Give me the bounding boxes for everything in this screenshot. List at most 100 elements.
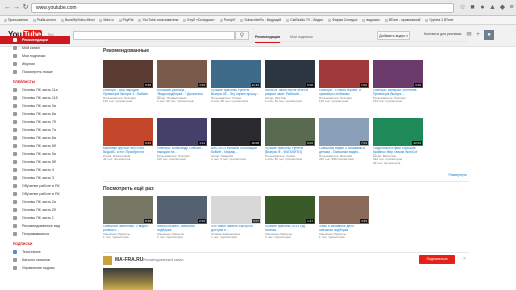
- sidebar-item-playlist[interactable]: Понравившиеся: [0, 230, 70, 238]
- video-card[interactable]: 9:48 Повтори - шоу пародий. Премьера! Вып…: [103, 60, 153, 104]
- video-card[interactable]: 11:33 Лучшие приколы Рунета! Выпуск #9 - …: [211, 60, 261, 104]
- video-thumbnail[interactable]: 7:01: [319, 118, 369, 146]
- video-title[interactable]: Смешные животные. 2 видео - ролики с...: [103, 225, 153, 233]
- video-card[interactable]: 7:01 Смешные видео с собаками и детьми - …: [319, 118, 369, 162]
- video-card[interactable]: 1:11 Повтори: Александр Олешко - пародия …: [157, 118, 207, 162]
- video-thumbnail[interactable]: 22:04: [373, 118, 423, 146]
- sidebar-item-channel[interactable]: Teachnicws: [0, 248, 70, 256]
- close-icon[interactable]: ×: [463, 256, 466, 262]
- expand-link[interactable]: Развернуть: [448, 173, 467, 177]
- video-thumbnail[interactable]: 1:11: [157, 118, 207, 146]
- video-title[interactable]: Злые и забавные дети, смешная подборка: [319, 225, 369, 233]
- sidebar-item-playlist[interactable]: Основы ПК часть 2б: [0, 206, 70, 214]
- bookmark-item[interactable]: YouTube-пользователи: [134, 16, 178, 24]
- video-thumbnail[interactable]: 4:46: [157, 60, 207, 88]
- bookmark-item[interactable]: Группа 2 ВТопе: [421, 16, 453, 24]
- sidebar-item-playlist[interactable]: Основы ПК часть 5б: [0, 158, 70, 166]
- video-card[interactable]: 3:20 Повтори: Валерий Леонтьев. Премьера!…: [373, 60, 423, 104]
- sidebar-item-playlist[interactable]: Основы ПК часть 6б: [0, 142, 70, 150]
- subscribe-button[interactable]: Подписаться: [419, 255, 455, 264]
- channel-logo[interactable]: [103, 256, 112, 265]
- video-thumbnail[interactable]: 9:22: [103, 118, 153, 146]
- video-card[interactable]: 9:02 Лучшие приколы Рунета! [Выпуск Ф - Ф…: [265, 118, 315, 162]
- back-icon[interactable]: ←: [3, 3, 12, 12]
- video-title[interactable]: Повтори - шоу пародий. Премьера! Выпуск …: [103, 89, 153, 97]
- bookmark-item[interactable]: Mail.ru: [95, 16, 113, 24]
- address-bar[interactable]: www.youtube.com: [31, 3, 454, 13]
- video-thumbnail[interactable]: 2:22: [157, 196, 207, 224]
- sidebar-item-playlist[interactable]: Основы ПК часть 8а: [0, 110, 70, 118]
- video-card[interactable]: 8:28 Смешные животные. 2 видео - ролики с…: [103, 196, 153, 240]
- sidebar-item-playlist[interactable]: Основы ПК часть 7б: [0, 118, 70, 126]
- bookmark-item[interactable]: CatStudio.TV - Видео: [282, 16, 323, 24]
- video-card[interactable]: 3:45 Злые и забавные дети, смешная подбор…: [319, 196, 369, 240]
- video-thumbnail[interactable]: 9:02: [265, 118, 315, 146]
- sidebar-item-playlist[interactable]: Основы ПК часть 11а: [0, 86, 70, 94]
- video-thumbnail[interactable]: 3:45: [319, 196, 369, 224]
- bookmark-item[interactable]: видкасы: [358, 16, 379, 24]
- sidebar-item[interactable]: Посмотреть позже: [0, 68, 70, 76]
- video-title[interactable]: Лучшие приколы Рунета! Выпуск #9 - Эту с…: [211, 89, 261, 97]
- video-thumbnail[interactable]: 9:48: [103, 60, 153, 88]
- video-thumbnail[interactable]: 8:28: [103, 196, 153, 224]
- star-icon[interactable]: ☆: [458, 3, 467, 12]
- share-icon[interactable]: +: [474, 31, 482, 39]
- video-title[interactable]: World of Tanks после этого в рацион свои…: [265, 89, 315, 97]
- bookmark-item[interactable]: Приложения: [0, 16, 28, 24]
- sidebar-footer-link[interactable]: Управление подпис: [0, 264, 70, 272]
- sidebar-item[interactable]: Мой канал: [0, 44, 70, 52]
- video-card[interactable]: 1:02 Повтори: "Стихия героев" и премьеры …: [319, 60, 369, 104]
- sidebar-item-playlist[interactable]: Основы ПК часть 5a: [0, 150, 70, 158]
- video-title[interactable]: Что такое память Быстрого доступа и ...: [211, 225, 261, 233]
- video-card[interactable]: 6:06 World of Tanks после этого в рацион …: [265, 60, 315, 104]
- video-card[interactable]: 9:22 Картинки футбол 960 и его ВидьМС и е…: [103, 118, 153, 162]
- video-title[interactable]: Лучшие приколы 2013 год - полная...: [265, 225, 315, 233]
- sidebar-item-playlist[interactable]: Обучение работе в ПК: [0, 182, 70, 190]
- video-card[interactable]: 5:07 Что такое память Быстрого доступа и …: [211, 196, 261, 240]
- sidebar-item[interactable]: Мои подписки: [0, 52, 70, 60]
- video-title[interactable]: Картинки футбол 960 и его ВидьМС и ест-П…: [103, 147, 153, 155]
- sidebar-item-playlist[interactable]: Основы ПК часть 1: [0, 214, 70, 222]
- extension-icon[interactable]: ▲: [488, 3, 497, 12]
- video-thumbnail[interactable]: 11:33: [211, 60, 261, 88]
- sidebar-item-playlist[interactable]: Рекомендованные вид: [0, 222, 70, 230]
- sidebar-item-playlist[interactable]: Основы ПК часть 4: [0, 166, 70, 174]
- video-title[interactable]: Повтори: "Стихия героев" и премьеры люби…: [319, 89, 369, 97]
- reload-icon[interactable]: ↻: [21, 3, 30, 12]
- sidebar-item-playlist[interactable]: Обучение работе в ПК: [0, 190, 70, 198]
- video-title[interactable]: Большие разница - "Видеоподборка..." Дис…: [157, 89, 207, 97]
- sidebar-footer-link[interactable]: Каталог каналов: [0, 256, 70, 264]
- video-title[interactable]: Смешные видео с собаками и детьми - Смеш…: [319, 147, 369, 155]
- video-title[interactable]: Повтори: Валерий Леонтьев. Премьера! Вып…: [373, 89, 423, 97]
- sidebar-item-playlist[interactable]: Основы ПК часть 2а: [0, 198, 70, 206]
- video-title[interactable]: ВВЧ 2013 Куликов Голосящий КиВиН - Мараф…: [211, 147, 261, 155]
- extension-icon[interactable]: ●: [478, 3, 487, 12]
- video-title[interactable]: Фейлы пьяньх, смешная подборка: [157, 225, 207, 233]
- video-thumbnail[interactable]: 3:20: [373, 60, 423, 88]
- sidebar-item-playlist[interactable]: Основы ПК часть 7a: [0, 126, 70, 134]
- video-card[interactable]: 16:08 ВВЧ 2013 Куликов Голосящий КиВиН - …: [211, 118, 261, 162]
- forward-icon[interactable]: →: [12, 3, 21, 12]
- video-card[interactable]: 2:22 Фейлы пьяньх, смешная подборка Смешны…: [157, 196, 207, 240]
- sidebar-item-playlist[interactable]: Основы ПК часть 3: [0, 174, 70, 182]
- bookmark-item[interactable]: Клуб «Складчик»: [179, 16, 214, 24]
- video-card[interactable]: 1:47 Лучшие приколы 2013 год - полная... С…: [265, 196, 315, 240]
- video-thumbnail[interactable]: 1:02: [319, 60, 369, 88]
- sidebar-item[interactable]: Рекомендации: [0, 36, 70, 44]
- channel-video-thumbnail[interactable]: [103, 268, 153, 290]
- video-thumbnail[interactable]: 16:08: [211, 118, 261, 146]
- sidebar-item-playlist[interactable]: Основы ПК часть 6a: [0, 134, 70, 142]
- bookmark-item[interactable]: ВТопе - правильный: [381, 16, 421, 24]
- bookmark-item[interactable]: SubscribeRu - Ведущий: [236, 16, 281, 24]
- bookmark-item[interactable]: Рыба-молот: [29, 16, 56, 24]
- video-title[interactable]: Повтори: Александр Олешко - пародия на .…: [157, 147, 207, 155]
- extension-icon[interactable]: ◆: [498, 3, 507, 12]
- bookmark-item[interactable]: Фирма Солидос: [324, 16, 357, 24]
- bookmark-item[interactable]: BuzzMyVideo.Mixel: [57, 16, 95, 24]
- sidebar-item[interactable]: Журнал: [0, 60, 70, 68]
- video-title[interactable]: Подробный стрим Хорошие Крайнос Мир танк…: [373, 147, 423, 155]
- extension-icon[interactable]: ■: [468, 3, 477, 12]
- menu-icon[interactable]: ≡: [507, 3, 516, 12]
- channel-title[interactable]: МА-FRA.RU: [115, 257, 143, 263]
- video-card[interactable]: 4:46 Большие разница - "Видеоподборка..."…: [157, 60, 207, 104]
